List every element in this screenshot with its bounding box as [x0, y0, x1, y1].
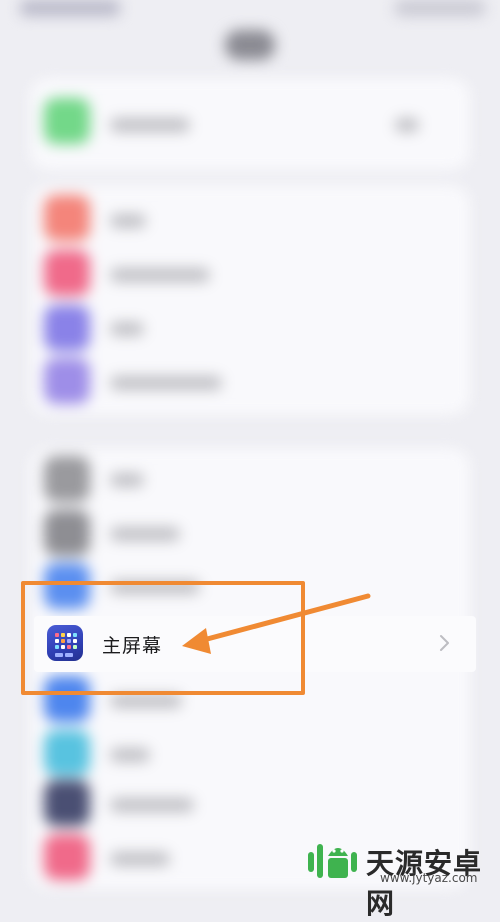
- watermark-url: www.jytyaz.com: [380, 871, 478, 885]
- pointer-arrow-icon: [182, 593, 371, 654]
- android-logo-icon: [308, 844, 357, 878]
